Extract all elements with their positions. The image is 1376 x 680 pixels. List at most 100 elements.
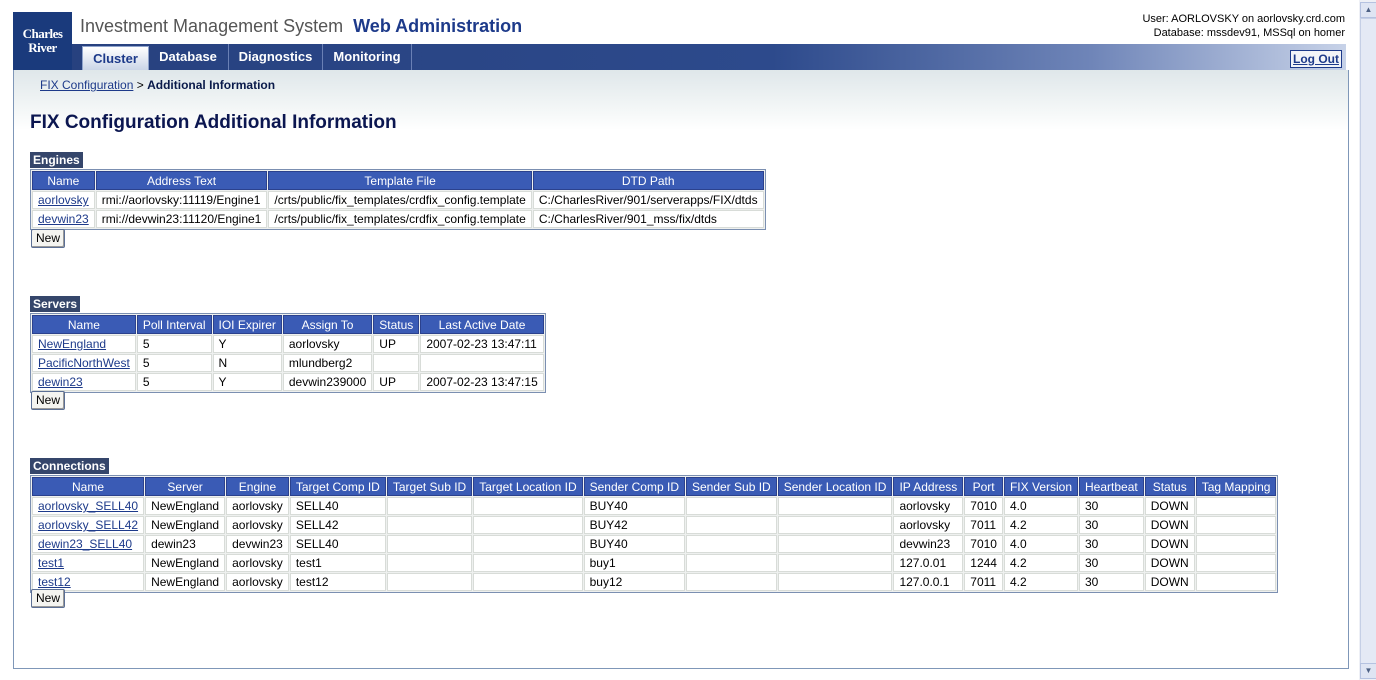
column-header: Target Location ID xyxy=(473,477,583,496)
column-header: FIX Version xyxy=(1003,477,1078,496)
table-cell: 2007-02-23 13:47:11 xyxy=(420,335,544,353)
table-cell: 127.0.01 xyxy=(893,554,964,572)
column-header: Sender Sub ID xyxy=(685,477,777,496)
scroll-down-icon[interactable]: ▼ xyxy=(1360,663,1376,679)
table-cell: NewEngland xyxy=(32,335,136,353)
connections-new-button[interactable]: New xyxy=(31,589,66,608)
table-cell: NewEngland xyxy=(145,497,226,515)
engines-name-link[interactable]: aorlovsky xyxy=(38,193,89,207)
table-cell: BUY40 xyxy=(583,497,685,515)
table-cell xyxy=(386,573,473,591)
table-cell: 4.2 xyxy=(1003,554,1078,572)
column-header: IP Address xyxy=(893,477,964,496)
table-cell xyxy=(386,497,473,515)
table-cell xyxy=(777,535,893,553)
table-cell xyxy=(685,554,777,572)
table-cell: 7011 xyxy=(964,516,1003,534)
table-cell: 4.0 xyxy=(1003,535,1078,553)
breadcrumb-fix-configuration-link[interactable]: FIX Configuration xyxy=(40,78,133,92)
table-cell: 1244 xyxy=(964,554,1003,572)
tab-cluster[interactable]: Cluster xyxy=(82,46,149,71)
table-cell xyxy=(777,497,893,515)
table-cell: Y xyxy=(212,373,282,391)
table-cell xyxy=(373,354,420,372)
engines-new-button[interactable]: New xyxy=(31,229,66,248)
servers-name-link[interactable]: NewEngland xyxy=(38,337,106,351)
servers-new-button[interactable]: New xyxy=(31,391,66,410)
table-cell: dewin23 xyxy=(145,535,226,553)
engines-name-link[interactable]: devwin23 xyxy=(38,212,89,226)
table-cell: devwin23 xyxy=(893,535,964,553)
servers-name-link[interactable]: PacificNorthWest xyxy=(38,356,130,370)
table-cell: 4.0 xyxy=(1003,497,1078,515)
servers-name-link[interactable]: dewin23 xyxy=(38,375,83,389)
table-cell: C:/CharlesRiver/901/serverapps/FIX/dtds xyxy=(532,191,764,209)
table-cell: aorlovsky_SELL40 xyxy=(32,497,145,515)
table-cell: BUY40 xyxy=(583,535,685,553)
table-cell xyxy=(685,497,777,515)
table-cell: aorlovsky xyxy=(226,497,289,515)
column-header: Last Active Date xyxy=(420,315,544,334)
connections-name-link[interactable]: test1 xyxy=(38,556,64,570)
table-cell: DOWN xyxy=(1144,573,1195,591)
column-header: Poll Interval xyxy=(136,315,212,334)
table-cell: aorlovsky xyxy=(32,191,95,209)
table-cell: test12 xyxy=(289,573,386,591)
tab-database[interactable]: Database xyxy=(148,44,229,70)
app-title: Investment Management System Web Adminis… xyxy=(80,16,522,37)
tab-monitoring[interactable]: Monitoring xyxy=(323,44,412,70)
table-cell: 30 xyxy=(1079,535,1144,553)
database-line: Database: mssdev91, MSSql on homer xyxy=(1153,27,1345,39)
table-cell xyxy=(1195,554,1277,572)
column-header: Sender Comp ID xyxy=(583,477,685,496)
connections-name-link[interactable]: aorlovsky_SELL42 xyxy=(38,518,138,532)
table-cell: mlundberg2 xyxy=(282,354,373,372)
scroll-thumb[interactable] xyxy=(1360,18,1376,666)
table-cell: 4.2 xyxy=(1003,516,1078,534)
table-cell: SELL42 xyxy=(289,516,386,534)
table-cell: UP xyxy=(373,373,420,391)
app-subtitle: Web Administration xyxy=(353,16,523,36)
connections-name-link[interactable]: aorlovsky_SELL40 xyxy=(38,499,138,513)
breadcrumb-current: Additional Information xyxy=(147,78,276,92)
connections-section-label: Connections xyxy=(30,458,109,474)
table-cell: rmi://aorlovsky:11119/Engine1 xyxy=(95,191,268,209)
table-cell: Y xyxy=(212,335,282,353)
table-cell: aorlovsky xyxy=(282,335,373,353)
servers-table: Name Poll Interval IOI Expirer Assign To Sta… xyxy=(30,313,546,393)
connections-header-row: Name Server Engine Target Comp ID Target Sub… xyxy=(32,477,1277,496)
page-title: FIX Configuration Additional Information xyxy=(30,112,397,133)
table-cell xyxy=(685,516,777,534)
connections-table: Name Server Engine Target Comp ID Target Sub… xyxy=(30,475,1279,593)
table-row: devwin23 rmi://devwin23:11120/Engine1/crt… xyxy=(32,210,764,228)
table-row: test12 NewEngland aorlovsky test12 buy12 127.… xyxy=(32,573,1277,591)
table-cell xyxy=(386,516,473,534)
table-cell: test1 xyxy=(32,554,145,572)
table-cell: 30 xyxy=(1079,497,1144,515)
table-cell: devwin23 xyxy=(32,210,95,228)
scroll-up-icon[interactable]: ▲ xyxy=(1360,2,1376,18)
table-row: dewin23_SELL40 dewin23 devwin23 SELL40 BUY40… xyxy=(32,535,1277,553)
table-cell: dewin23 xyxy=(32,373,136,391)
table-cell: /crts/public/fix_templates/crdfix_config… xyxy=(268,191,532,209)
table-cell: UP xyxy=(373,335,420,353)
table-cell: C:/CharlesRiver/901_mss/fix/dtds xyxy=(532,210,764,228)
table-cell xyxy=(473,516,583,534)
connections-name-link[interactable]: test12 xyxy=(38,575,71,589)
table-row: NewEngland 5 Yaorlovsky UP 2007-02-23 13:47:… xyxy=(32,335,544,353)
table-cell xyxy=(420,354,544,372)
table-cell: 7011 xyxy=(964,573,1003,591)
column-header: Assign To xyxy=(282,315,373,334)
table-cell xyxy=(473,497,583,515)
breadcrumb: FIX Configuration > Additional Informati… xyxy=(40,78,275,92)
logout-button[interactable]: Log Out xyxy=(1290,50,1342,68)
table-cell: rmi://devwin23:11120/Engine1 xyxy=(95,210,268,228)
table-cell xyxy=(473,573,583,591)
table-cell: 4.2 xyxy=(1003,573,1078,591)
tab-diagnostics[interactable]: Diagnostics xyxy=(229,44,323,70)
table-cell: DOWN xyxy=(1144,554,1195,572)
table-cell: NewEngland xyxy=(145,573,226,591)
vertical-scrollbar[interactable]: ▲ ▼ xyxy=(1359,0,1376,680)
connections-name-link[interactable]: dewin23_SELL40 xyxy=(38,537,132,551)
table-cell: 127.0.0.1 xyxy=(893,573,964,591)
